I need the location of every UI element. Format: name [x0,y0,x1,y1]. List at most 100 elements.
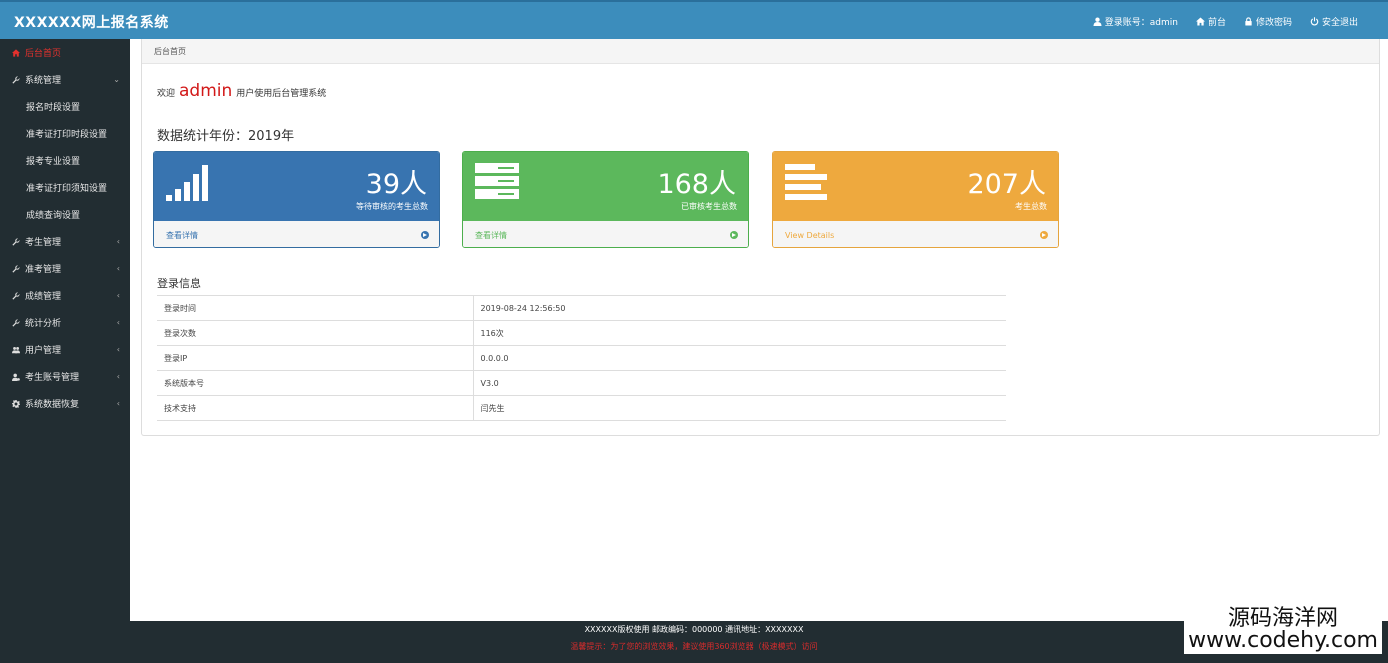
logout-link[interactable]: 安全退出 [1310,15,1358,28]
arrow-circle-right-icon [730,231,738,239]
view-details-link[interactable]: 查看详情 [154,221,439,247]
login-info-title: 登录信息 [157,277,201,290]
table-row: 登录时间 2019-08-24 12:56:50 [157,295,1006,321]
login-count-value: 116次 [473,320,1006,346]
login-time-value: 2019-08-24 12:56:50 [473,295,1006,321]
sidebar-item-exams[interactable]: 准考管理 ‹ [0,255,130,282]
view-details-link[interactable]: View Details [773,221,1058,247]
user-icon [1093,17,1102,26]
users-icon [11,345,21,355]
table-row: 系统版本号 V3.0 [157,370,1006,396]
breadcrumb: 后台首页 [142,39,1379,64]
welcome-message: 欢迎 admin 用户使用后台管理系统 [157,81,326,101]
chevron-left-icon: ‹ [116,345,120,354]
wrench-icon [11,75,21,85]
sidebar-item-students[interactable]: 考生管理 ‹ [0,228,130,255]
chevron-down-icon: ⌄ [113,75,120,84]
login-time-key: 登录时间 [157,295,474,321]
wrench-icon [11,264,21,274]
view-details-link[interactable]: 查看详情 [463,221,748,247]
wrench-icon [11,237,21,247]
stat-card-body: 39人 等待审核的考生总数 [154,152,439,221]
login-count-key: 登录次数 [157,320,474,346]
frontend-label: 前台 [1207,18,1226,28]
table-row: 技术支持 闫先生 [157,395,1006,421]
login-ip-key: 登录IP [157,345,474,371]
stat-description: 已审核考生总数 [681,202,737,211]
stat-value: 168人 [657,169,736,200]
sidebar-item-label: 考生管理 [25,238,62,248]
signal-bars-icon [166,165,208,201]
sidebar-item-data-restore[interactable]: 系统数据恢复 ‹ [0,390,130,417]
top-bar: XXXXXX网上报名系统 登录账号：admin 前台 修改密码 安全退出 [0,0,1388,39]
watermark-url: www.codehy.com [1188,628,1378,653]
view-details-label: 查看详情 [166,230,198,240]
sidebar-subitem-registration-period[interactable]: 报名时段设置 [0,93,130,120]
watermark: 源码海洋网 www.codehy.com [1184,606,1382,654]
stat-value: 39人 [365,169,427,200]
home-icon [11,48,21,58]
chevron-left-icon: ‹ [116,264,120,273]
wrench-icon [11,318,21,328]
stat-card-body: 168人 已审核考生总数 [463,152,748,221]
server-icon [475,163,519,199]
sidebar-item-student-accounts[interactable]: 考生账号管理 ‹ [0,363,130,390]
sidebar-subitem-score-query[interactable]: 成绩查询设置 [0,201,130,228]
arrow-circle-right-icon [1040,231,1048,239]
wrench-icon [11,291,21,301]
view-details-label: 查看详情 [475,230,507,240]
account-label: 登录账号：admin [1104,18,1178,28]
align-left-icon [785,164,827,200]
chevron-left-icon: ‹ [116,318,120,327]
sidebar-subitem-major-setting[interactable]: 报考专业设置 [0,147,130,174]
watermark-name: 源码海洋网 [1227,606,1338,631]
sidebar-item-scores[interactable]: 成绩管理 ‹ [0,282,130,309]
sidebar-subitem-admission-print-period[interactable]: 准考证打印时段设置 [0,120,130,147]
frontend-link[interactable]: 前台 [1195,15,1226,28]
stat-year-title: 数据统计年份：2019年 [157,129,295,144]
lock-icon [1245,17,1252,26]
change-password-link[interactable]: 修改密码 [1244,15,1292,28]
login-ip-value: 0.0.0.0 [473,345,1006,371]
app-title[interactable]: XXXXXX网上报名系统 [14,12,169,32]
login-info-table: 登录时间 2019-08-24 12:56:50 登录次数 116次 登录IP … [157,295,1006,421]
version-value: V3.0 [473,370,1006,396]
sidebar-item-label: 用户管理 [25,346,62,356]
sidebar-item-label: 系统管理 [25,76,62,86]
stat-card-approved: 168人 已审核考生总数 查看详情 [462,151,749,248]
sidebar-item-dashboard[interactable]: 后台首页 [0,39,130,66]
sidebar-item-label: 成绩管理 [25,292,62,302]
support-key: 技术支持 [157,395,474,421]
sidebar-item-statistics[interactable]: 统计分析 ‹ [0,309,130,336]
stat-value: 207人 [967,169,1046,200]
main-content: 后台首页 欢迎 admin 用户使用后台管理系统 数据统计年份：2019年 39… [130,39,1388,621]
change-password-label: 修改密码 [1255,18,1292,28]
power-icon [1310,17,1319,26]
user-cog-icon [11,372,21,382]
sidebar-item-system[interactable]: 系统管理 ⌄ [0,66,130,93]
stat-card-body: 207人 考生总数 [773,152,1058,221]
chevron-left-icon: ‹ [116,237,120,246]
table-row: 登录IP 0.0.0.0 [157,345,1006,371]
sidebar-item-users[interactable]: 用户管理 ‹ [0,336,130,363]
top-nav: 登录账号：admin 前台 修改密码 安全退出 [1093,15,1358,28]
version-key: 系统版本号 [157,370,474,396]
account-link[interactable]: 登录账号：admin [1093,15,1178,28]
footer-tip: 温馨提示：为了您的浏览效果，建议使用360浏览器（极速模式）访问 [570,642,818,651]
sidebar-item-label: 准考管理 [25,265,62,275]
view-details-label: View Details [785,230,835,240]
sidebar: 后台首页 系统管理 ⌄ 报名时段设置 准考证打印时段设置 报考专业设置 准考证打… [0,39,130,621]
stat-description: 等待审核的考生总数 [356,202,428,211]
sidebar-subitem-admission-notice[interactable]: 准考证打印须知设置 [0,174,130,201]
chevron-left-icon: ‹ [116,372,120,381]
dashboard-panel: 后台首页 欢迎 admin 用户使用后台管理系统 数据统计年份：2019年 39… [141,39,1380,436]
sidebar-item-label: 系统数据恢复 [25,400,80,410]
home-icon [1195,17,1205,26]
stat-card-pending: 39人 等待审核的考生总数 查看详情 [153,151,440,248]
arrow-circle-right-icon [421,231,429,239]
chevron-left-icon: ‹ [116,291,120,300]
footer-copyright: XXXXXX版权使用 邮政编码：000000 通讯地址：XXXXXXX [584,625,804,634]
logout-label: 安全退出 [1321,18,1358,28]
welcome-prefix: 欢迎 [157,89,176,99]
sidebar-item-label: 统计分析 [25,319,62,329]
